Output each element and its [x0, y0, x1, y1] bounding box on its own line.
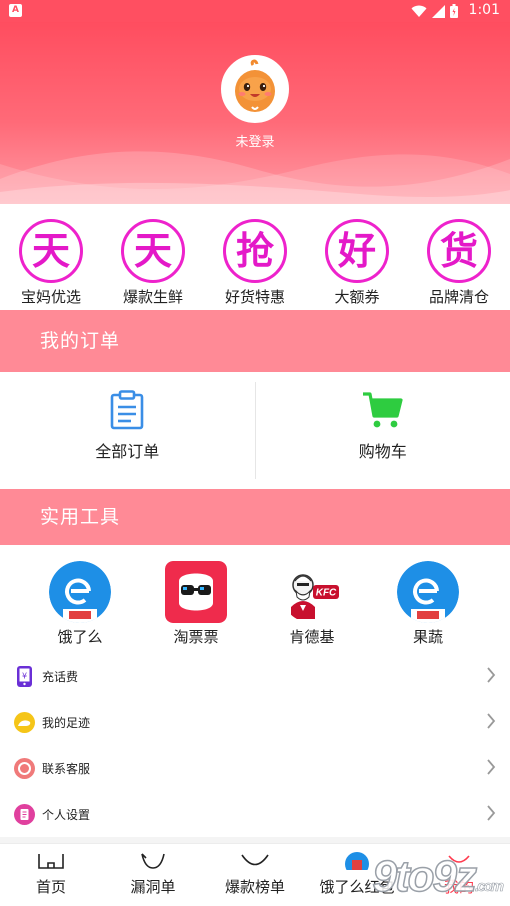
customer-service-icon — [14, 757, 35, 779]
category-char-icon: 抢 — [223, 219, 287, 283]
list-label: 我的足迹 — [42, 715, 91, 730]
category-item-clearance[interactable]: 货 品牌清仓 — [410, 204, 508, 310]
notification-app-icon: A — [9, 4, 22, 17]
tab-mine[interactable]: 我的 — [408, 844, 510, 906]
settings-icon — [14, 803, 35, 825]
eleme-redpacket-icon — [345, 852, 369, 870]
orders-row: 全部订单 购物车 — [0, 372, 510, 489]
chevron-right-icon — [487, 713, 496, 729]
category-label: 好货特惠 — [224, 288, 285, 306]
tab-home[interactable]: 首页 — [0, 844, 102, 906]
category-label: 大额券 — [334, 288, 380, 306]
all-orders-label: 全部订单 — [95, 442, 160, 461]
tab-label: 漏洞单 — [130, 878, 176, 896]
tool-label: 肯德基 — [289, 628, 335, 646]
status-bar: A 1:01 — [0, 0, 510, 22]
chevron-right-icon — [487, 667, 496, 683]
all-orders-button[interactable]: 全部订单 — [0, 372, 255, 489]
login-status-text[interactable]: 未登录 — [0, 131, 510, 150]
avatar[interactable] — [221, 55, 289, 123]
category-label: 品牌清仓 — [428, 288, 489, 306]
signal-icon — [432, 4, 445, 18]
category-item-deals[interactable]: 抢 好货特惠 — [206, 204, 304, 310]
home-icon — [38, 854, 64, 869]
tool-label: 淘票票 — [173, 628, 219, 646]
category-item-fresh[interactable]: 天 爆款生鲜 — [104, 204, 202, 310]
tool-label: 果蔬 — [412, 628, 443, 646]
list-item-settings[interactable]: 个人设置 — [0, 791, 510, 837]
list-label: 充话费 — [42, 669, 79, 684]
phone-recharge-icon: ¥ — [14, 665, 35, 687]
tab-label: 爆款榜单 — [224, 878, 285, 896]
footprint-icon — [14, 711, 35, 733]
category-item-coupons[interactable]: 好 大额券 — [308, 204, 406, 310]
tab-label: 饿了么红包 — [319, 878, 395, 896]
tab-loophole[interactable]: 漏洞单 — [102, 844, 204, 906]
tab-label: 我的 — [443, 878, 474, 896]
category-char-icon: 货 — [427, 219, 491, 283]
mine-icon — [448, 855, 470, 863]
wifi-icon — [411, 5, 427, 17]
status-time: 1:01 — [468, 2, 500, 18]
category-char-icon: 天 — [121, 219, 185, 283]
tab-label: 首页 — [35, 878, 66, 896]
eleme-icon — [397, 561, 459, 623]
chevron-right-icon — [487, 805, 496, 821]
tool-kfc[interactable]: KFC 肯德基 — [254, 545, 370, 653]
list-item-footprint[interactable]: 我的足迹 — [0, 699, 510, 745]
taopiaopiao-icon — [165, 561, 227, 623]
bottom-tab-bar: 首页 漏洞单 爆款榜单 饿了么红包 我的 9to9z.com — [0, 843, 510, 906]
category-item-baoma[interactable]: 天 宝妈优选 — [2, 204, 100, 310]
svg-text:¥: ¥ — [22, 671, 27, 680]
profile-header: 未登录 — [0, 22, 510, 204]
shopping-cart-label: 购物车 — [358, 442, 407, 461]
tab-hot-list[interactable]: 爆款榜单 — [204, 844, 306, 906]
category-row: 天 宝妈优选 天 爆款生鲜 抢 好货特惠 好 大额券 货 品牌清仓 — [0, 204, 510, 310]
loophole-icon — [141, 853, 165, 869]
settings-list: ¥ 充话费 我的足迹 联系客服 个人设置 — [0, 653, 510, 837]
eleme-icon — [49, 561, 111, 623]
category-label: 宝妈优选 — [20, 288, 81, 306]
shopping-cart-button[interactable]: 购物车 — [254, 382, 510, 479]
list-item-customer-service[interactable]: 联系客服 — [0, 745, 510, 791]
tools-row: 饿了么 淘票票 KFC 肯德基 果蔬 — [0, 545, 510, 653]
system-icons — [411, 4, 458, 18]
clipboard-icon — [110, 390, 144, 430]
shopping-cart-icon — [362, 392, 403, 428]
category-char-icon: 天 — [19, 219, 83, 283]
list-label: 联系客服 — [42, 761, 91, 776]
list-label: 个人设置 — [42, 807, 91, 822]
svg-text:KFC: KFC — [316, 588, 337, 599]
mascot-avatar-icon — [223, 57, 287, 121]
tab-eleme-redpacket[interactable]: 饿了么红包 — [306, 844, 408, 906]
category-label: 爆款生鲜 — [122, 288, 183, 306]
chevron-right-icon — [487, 759, 496, 775]
battery-icon — [450, 4, 458, 18]
tools-section-title: 实用工具 — [0, 489, 510, 545]
list-item-recharge[interactable]: ¥ 充话费 — [0, 653, 510, 699]
tool-fruits-veg[interactable]: 果蔬 — [370, 545, 486, 653]
tool-label: 饿了么 — [57, 628, 103, 646]
kfc-icon: KFC — [281, 561, 343, 623]
tool-taopiaopiao[interactable]: 淘票票 — [138, 545, 254, 653]
category-char-icon: 好 — [325, 219, 389, 283]
hot-list-icon — [241, 854, 269, 866]
orders-section-title: 我的订单 — [0, 310, 510, 372]
tool-eleme[interactable]: 饿了么 — [22, 545, 138, 653]
